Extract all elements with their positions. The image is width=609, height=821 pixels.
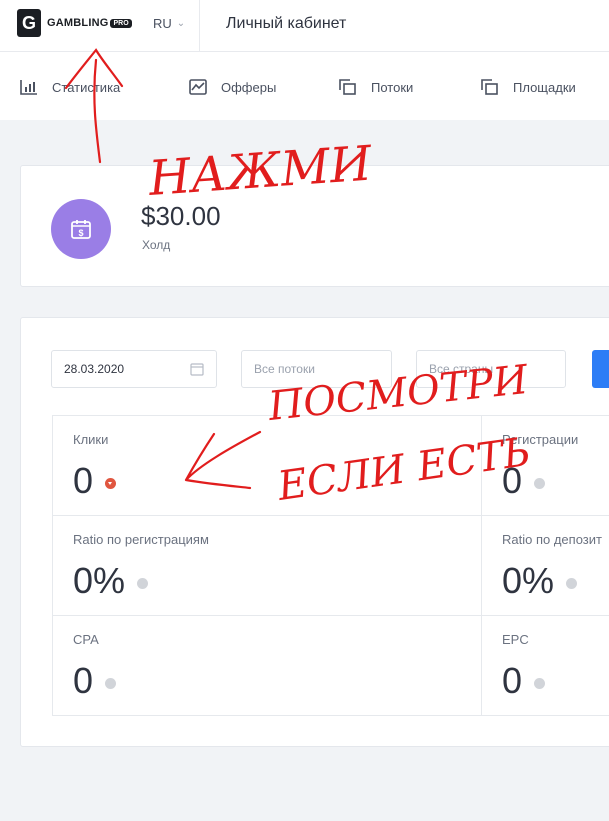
balance-label: Холд bbox=[142, 238, 171, 252]
page-title: Личный кабинет bbox=[226, 15, 347, 32]
stat-value: 0 bbox=[502, 660, 523, 701]
stat-label: CPA bbox=[73, 632, 99, 647]
balance-card: $ $30.00 Холд bbox=[20, 165, 609, 287]
stat-epc: EPC 0 bbox=[481, 615, 609, 716]
stat-label: Регистрации bbox=[502, 432, 579, 447]
line-chart-icon bbox=[189, 79, 207, 95]
stat-value-wrap: 0 bbox=[502, 460, 546, 502]
stat-ratio-deposits: Ratio по депозит 0% bbox=[481, 515, 609, 616]
countries-placeholder: Все страны bbox=[429, 362, 494, 376]
top-bar: G GAMBLING PRO RU ⌄ Личный кабинет bbox=[0, 0, 609, 52]
stat-value-wrap: 0 bbox=[502, 660, 546, 702]
nav-item-label: Потоки bbox=[371, 79, 414, 95]
nav-item-offers[interactable]: Офферы bbox=[189, 79, 276, 95]
stat-value-wrap: 0% bbox=[73, 560, 149, 602]
date-picker[interactable]: 28.03.2020 bbox=[51, 350, 217, 388]
nav-item-label: Статистика bbox=[52, 79, 121, 95]
trend-neutral-icon bbox=[566, 577, 578, 589]
stat-value: 0 bbox=[73, 660, 94, 701]
brand-logo[interactable]: G GAMBLING PRO bbox=[17, 9, 132, 37]
nav-item-statistics[interactable]: Статистика bbox=[20, 79, 120, 95]
stat-value-wrap: 0 bbox=[73, 660, 117, 702]
stat-label: Клики bbox=[73, 432, 109, 447]
stat-label: EPC bbox=[502, 632, 529, 647]
trend-neutral-icon bbox=[534, 677, 546, 689]
countries-select[interactable]: Все страны bbox=[416, 350, 566, 388]
stats-grid: Клики 0 Регистрации 0 Ratio по регистрац… bbox=[52, 415, 609, 716]
svg-text:$: $ bbox=[78, 228, 83, 238]
stat-ratio-registrations: Ratio по регистрациям 0% bbox=[52, 515, 482, 616]
logo-mark-icon: G bbox=[17, 9, 41, 37]
stat-label: Ratio по регистрациям bbox=[73, 532, 209, 547]
nav-item-label: Площадки bbox=[513, 79, 576, 95]
brand-name: GAMBLING bbox=[47, 17, 109, 29]
stats-card: 28.03.2020 Все потоки Все страны Клики 0… bbox=[20, 317, 609, 747]
trend-neutral-icon bbox=[105, 677, 117, 689]
stat-registrations: Регистрации 0 bbox=[481, 415, 609, 516]
apply-button[interactable] bbox=[592, 350, 609, 388]
stat-value-wrap: 0% bbox=[502, 560, 578, 602]
language-label: RU bbox=[153, 16, 172, 31]
chevron-down-icon: ⌄ bbox=[176, 18, 186, 29]
balance-amount: $30.00 bbox=[141, 201, 221, 231]
streams-select[interactable]: Все потоки bbox=[241, 350, 392, 388]
streams-placeholder: Все потоки bbox=[254, 362, 315, 376]
stat-cpa: CPA 0 bbox=[52, 615, 482, 716]
stat-label: Ratio по депозит bbox=[502, 532, 602, 547]
copy-icon bbox=[481, 79, 498, 95]
date-value: 28.03.2020 bbox=[64, 362, 125, 376]
copy-icon bbox=[339, 79, 356, 95]
calendar-dollar-icon: $ bbox=[51, 199, 111, 259]
stat-value-wrap: 0 bbox=[73, 460, 117, 502]
trend-neutral-icon bbox=[137, 577, 149, 589]
stat-value: 0 bbox=[502, 460, 523, 501]
stat-value: 0% bbox=[502, 560, 555, 601]
stat-value: 0% bbox=[73, 560, 126, 601]
nav-item-streams[interactable]: Потоки bbox=[339, 79, 413, 95]
nav-item-platforms[interactable]: Площадки bbox=[481, 79, 576, 95]
calendar-icon bbox=[190, 363, 204, 376]
brand-suffix: PRO bbox=[110, 18, 132, 28]
main-nav: Статистика Офферы Потоки Площадки bbox=[0, 52, 609, 120]
stat-value: 0 bbox=[73, 460, 94, 501]
language-selector[interactable]: RU ⌄ bbox=[153, 16, 185, 31]
trend-down-icon bbox=[105, 477, 117, 489]
stat-clicks: Клики 0 bbox=[52, 415, 482, 516]
header-divider bbox=[199, 0, 200, 52]
trend-neutral-icon bbox=[534, 477, 546, 489]
bar-chart-icon bbox=[20, 80, 37, 95]
nav-item-label: Офферы bbox=[221, 79, 277, 95]
